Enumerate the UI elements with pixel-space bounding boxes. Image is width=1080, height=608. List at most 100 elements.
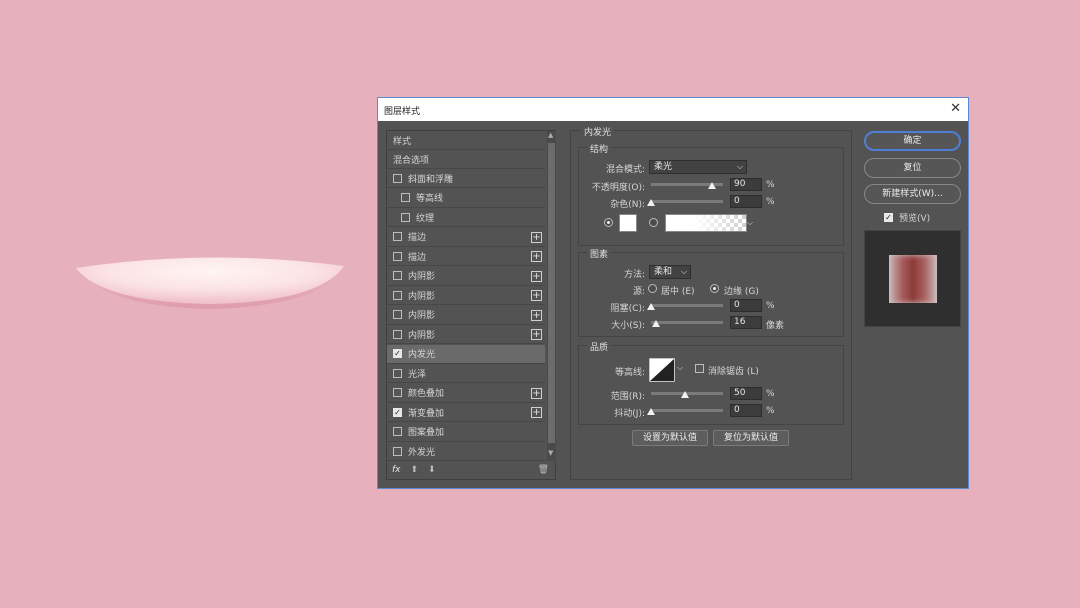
style-item-checkbox[interactable] — [393, 329, 402, 339]
style-item-label: 渐变叠加 — [408, 408, 445, 419]
add-style-plus-icon[interactable]: + — [531, 290, 542, 301]
style-item[interactable]: 图案叠加 — [387, 423, 545, 442]
style-item-checkbox[interactable] — [393, 446, 402, 456]
scrollbar-thumb[interactable] — [548, 143, 555, 443]
reset-button[interactable]: 复位 — [864, 158, 961, 178]
choke-input[interactable]: 0 — [730, 299, 762, 312]
add-style-plus-icon[interactable]: + — [531, 251, 542, 262]
size-slider-knob[interactable] — [652, 320, 661, 327]
trash-icon[interactable]: 🗑 — [538, 465, 549, 475]
add-style-plus-icon[interactable]: + — [531, 231, 542, 243]
range-slider-knob[interactable] — [681, 391, 689, 398]
style-item-checkbox[interactable] — [393, 388, 402, 397]
style-item-checkbox[interactable] — [393, 271, 402, 280]
style-item-checkbox[interactable]: ✓ — [393, 407, 402, 417]
style-item-checkbox[interactable] — [401, 193, 410, 202]
source-center-radio[interactable] — [648, 284, 657, 293]
scroll-down-icon[interactable]: ▼ — [548, 449, 553, 457]
opacity-input[interactable]: 90 — [730, 178, 762, 191]
contour-chevron-icon[interactable]: ⌵ — [677, 363, 683, 373]
jitter-slider-knob[interactable] — [647, 408, 655, 415]
jitter-slider-track[interactable] — [651, 409, 723, 412]
scroll-up-icon[interactable]: ▲ — [548, 131, 553, 139]
size-slider-track[interactable] — [651, 321, 723, 324]
add-style-plus-icon[interactable]: + — [531, 387, 542, 399]
styles-header[interactable]: 样式 — [387, 131, 545, 150]
chevron-down-icon: ⌵ — [736, 162, 743, 171]
style-item-checkbox[interactable] — [393, 290, 402, 300]
style-item[interactable]: 纹理 — [387, 208, 545, 227]
move-down-icon[interactable]: ⬇ — [428, 465, 436, 475]
blend-options-label: 混合选项 — [393, 155, 430, 166]
size-input[interactable]: 16 — [730, 316, 762, 329]
blend-mode-select[interactable]: 柔光 ⌵ — [649, 160, 747, 174]
style-item[interactable]: ✓ 内发光 — [387, 344, 545, 364]
style-item-checkbox[interactable] — [393, 173, 402, 183]
style-item-checkbox[interactable] — [393, 427, 402, 436]
blend-options-item[interactable]: 混合选项 — [387, 150, 545, 169]
noise-slider-knob[interactable] — [647, 199, 655, 206]
opacity-slider-knob[interactable] — [708, 182, 717, 189]
add-style-plus-icon[interactable]: + — [531, 270, 542, 282]
preview-checkbox[interactable]: ✓ — [884, 213, 893, 222]
method-label: 方法: — [623, 270, 645, 280]
style-item-label: 图案叠加 — [408, 428, 445, 438]
gradient-swatch[interactable] — [665, 214, 747, 232]
style-item-checkbox[interactable] — [393, 251, 402, 261]
style-item[interactable]: 颜色叠加 + — [387, 384, 545, 403]
source-edge-radio[interactable] — [710, 284, 719, 293]
style-item-checkbox[interactable] — [393, 232, 402, 241]
choke-slider-knob[interactable] — [647, 303, 655, 310]
reset-default-button[interactable]: 复位为默认值 — [713, 430, 789, 446]
jitter-input[interactable]: 0 — [730, 404, 762, 417]
add-style-plus-icon[interactable]: + — [531, 309, 542, 321]
quality-title: 品质 — [587, 340, 612, 353]
style-item-checkbox[interactable] — [393, 368, 402, 378]
style-item[interactable]: 外发光 — [387, 442, 545, 461]
style-item-checkbox[interactable] — [401, 212, 410, 222]
style-item-label: 内阴影 — [408, 330, 436, 341]
quality-group: 品质 等高线: ⌵ 消除锯齿 (L) 范围(R): 50 % 抖动(J): 0 … — [578, 340, 844, 425]
style-item-checkbox[interactable]: ✓ — [393, 349, 402, 358]
noise-slider-track[interactable] — [651, 200, 723, 203]
style-item[interactable]: 描边 + — [387, 247, 545, 266]
glow-color-swatch[interactable] — [619, 214, 637, 232]
close-icon[interactable]: ✕ — [950, 101, 961, 116]
fx-icon[interactable]: fx — [392, 465, 401, 475]
new-style-button[interactable]: 新建样式(W)... — [864, 184, 961, 204]
styles-list-panel: 样式 混合选项 斜面和浮雕 等高线 纹理 描边 + 描边 + 内阴影 + 内阴影 + 内阴影 + 内阴影 +… — [386, 130, 556, 480]
style-item[interactable]: 等高线 — [387, 189, 545, 208]
style-item[interactable]: 内阴影 + — [387, 306, 545, 325]
style-item[interactable]: 内阴影 + — [387, 325, 545, 344]
preview-toggle[interactable]: ✓ 预览(V) — [884, 211, 930, 224]
add-style-plus-icon[interactable]: + — [531, 329, 542, 340]
move-up-icon[interactable]: ⬆ — [411, 465, 419, 475]
contour-curve-icon[interactable] — [649, 358, 675, 382]
antialias-checkbox[interactable] — [695, 364, 704, 373]
choke-slider-track[interactable] — [651, 304, 723, 307]
gradient-chevron-icon[interactable]: ⌵ — [747, 218, 753, 228]
method-select[interactable]: 柔和 ⌵ — [649, 265, 691, 279]
antialias-label: 消除锯齿 (L) — [708, 367, 759, 377]
style-item[interactable]: 光泽 — [387, 364, 545, 383]
add-style-plus-icon[interactable]: + — [531, 407, 542, 418]
style-item[interactable]: 内阴影 + — [387, 267, 545, 286]
noise-input[interactable]: 0 — [730, 195, 762, 208]
make-default-button[interactable]: 设置为默认值 — [632, 430, 708, 446]
styles-scrollbar[interactable]: ▲ ▼ — [547, 131, 556, 461]
range-input[interactable]: 50 — [730, 387, 762, 400]
elements-group: 图素 方法: 柔和 ⌵ 源: 居中 (E) 边缘 (G) 阻塞(C): 0 % … — [578, 247, 844, 337]
style-item[interactable]: ✓ 渐变叠加 + — [387, 403, 545, 422]
style-item[interactable]: 内阴影 + — [387, 286, 545, 305]
petal-artwork — [76, 257, 344, 309]
style-item[interactable]: 描边 + — [387, 228, 545, 247]
choke-label: 阻塞(C): — [610, 304, 645, 314]
range-label: 范围(R): — [610, 392, 645, 402]
structure-group: 结构 混合模式: 柔光 ⌵ 不透明度(O): 90 % 杂色(N): 0 % ⌵ — [578, 142, 844, 246]
gradient-radio[interactable] — [649, 218, 658, 227]
style-item[interactable]: 斜面和浮雕 — [387, 169, 545, 188]
solid-color-radio[interactable] — [604, 218, 613, 227]
ok-button[interactable]: 确定 — [864, 131, 961, 151]
style-item-checkbox[interactable] — [393, 310, 402, 319]
styles-header-label: 样式 — [393, 136, 412, 147]
